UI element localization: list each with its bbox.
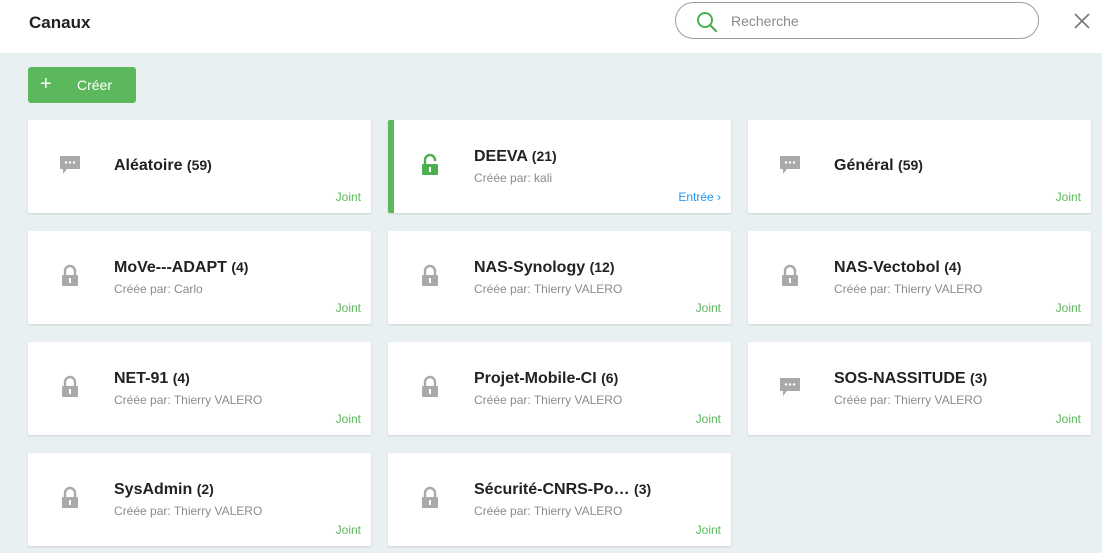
lock-icon bbox=[778, 264, 802, 288]
member-count: (3) bbox=[970, 370, 988, 386]
channel-card[interactable]: NET-91 (4) Créée par: Thierry VALERO Joint bbox=[28, 342, 371, 435]
channel-card[interactable]: SysAdmin (2) Créée par: Thierry VALERO Joi… bbox=[28, 453, 371, 546]
channel-name-text: DEEVA bbox=[474, 148, 528, 165]
channel-name: SysAdmin (2) bbox=[114, 481, 214, 499]
channel-card[interactable]: MoVe---ADAPT (4) Créée par: Carlo Joint bbox=[28, 231, 371, 324]
joined-status: Joint bbox=[1055, 190, 1081, 204]
member-count: (21) bbox=[531, 148, 557, 164]
channel-creator: Créée par: kali bbox=[474, 171, 553, 185]
channel-list-area: + Créer Aléatoire (59) Joint DEEVA (21) Cré… bbox=[0, 53, 1102, 553]
lock-icon bbox=[58, 486, 82, 510]
channel-creator: Créée par: Thierry VALERO bbox=[834, 393, 983, 407]
channel-creator: Créée par: Thierry VALERO bbox=[474, 504, 623, 518]
channel-name-text: Général bbox=[834, 157, 894, 174]
member-count: (12) bbox=[589, 259, 615, 275]
lock-icon bbox=[418, 153, 442, 177]
channel-name: MoVe---ADAPT (4) bbox=[114, 259, 248, 277]
channel-card[interactable]: Général (59) Joint bbox=[748, 120, 1091, 213]
joined-status: Joint bbox=[1055, 301, 1081, 315]
channel-card[interactable]: DEEVA (21) Créée par: kali Entrée › bbox=[388, 120, 731, 213]
member-count: (59) bbox=[186, 157, 212, 173]
channel-name: NET-91 (4) bbox=[114, 370, 190, 388]
channel-name: Aléatoire (59) bbox=[114, 157, 212, 175]
lock-icon bbox=[58, 264, 82, 288]
create-button-label: Créer bbox=[77, 77, 113, 93]
channel-name: Sécurité-CNRS-Po… (3) bbox=[474, 481, 651, 499]
joined-status: Joint bbox=[335, 301, 361, 315]
member-count: (2) bbox=[196, 481, 214, 497]
member-count: (4) bbox=[944, 259, 962, 275]
channel-card[interactable]: SOS-NASSITUDE (3) Créée par: Thierry VALE… bbox=[748, 342, 1091, 435]
channel-name-text: NET-91 bbox=[114, 370, 169, 387]
channel-card[interactable]: Projet-Mobile-CI (6) Créée par: Thierry V… bbox=[388, 342, 731, 435]
channel-name-text: NAS-Vectobol bbox=[834, 259, 940, 276]
header: Canaux bbox=[0, 0, 1102, 52]
channel-name: SOS-NASSITUDE (3) bbox=[834, 370, 987, 388]
channel-name: NAS-Vectobol (4) bbox=[834, 259, 961, 277]
joined-status: Joint bbox=[335, 190, 361, 204]
chat-icon bbox=[58, 153, 82, 177]
channel-name: DEEVA (21) bbox=[474, 148, 557, 166]
search-icon bbox=[697, 12, 718, 33]
lock-icon bbox=[418, 375, 442, 399]
channel-creator: Créée par: Thierry VALERO bbox=[474, 393, 623, 407]
member-count: (4) bbox=[172, 370, 190, 386]
joined-status: Joint bbox=[695, 523, 721, 537]
channel-name-text: SysAdmin bbox=[114, 481, 193, 498]
channel-name: Général (59) bbox=[834, 157, 923, 175]
page-title: Canaux bbox=[29, 13, 91, 32]
channel-name: NAS-Synology (12) bbox=[474, 259, 614, 277]
channel-card[interactable]: NAS-Vectobol (4) Créée par: Thierry VALER… bbox=[748, 231, 1091, 324]
enter-link[interactable]: Entrée › bbox=[678, 190, 721, 204]
search-box[interactable] bbox=[675, 2, 1039, 39]
channel-name-text: Sécurité-CNRS-Po… bbox=[474, 481, 630, 498]
joined-status: Joint bbox=[695, 301, 721, 315]
channel-creator: Créée par: Thierry VALERO bbox=[474, 282, 623, 296]
search-input[interactable] bbox=[731, 11, 1021, 31]
channel-card[interactable]: Sécurité-CNRS-Po… (3) Créée par: Thierry … bbox=[388, 453, 731, 546]
plus-icon: + bbox=[40, 73, 52, 95]
channel-creator: Créée par: Thierry VALERO bbox=[114, 504, 263, 518]
create-button[interactable]: + Créer bbox=[28, 67, 136, 103]
channel-creator: Créée par: Carlo bbox=[114, 282, 203, 296]
joined-status: Joint bbox=[1055, 412, 1081, 426]
channel-card[interactable]: NAS-Synology (12) Créée par: Thierry VALE… bbox=[388, 231, 731, 324]
joined-status: Joint bbox=[695, 412, 721, 426]
member-count: (6) bbox=[601, 370, 619, 386]
channel-name-text: MoVe---ADAPT bbox=[114, 259, 227, 276]
channel-name-text: NAS-Synology bbox=[474, 259, 586, 276]
channel-creator: Créée par: Thierry VALERO bbox=[114, 393, 263, 407]
close-icon[interactable] bbox=[1073, 12, 1091, 30]
member-count: (4) bbox=[231, 259, 249, 275]
joined-status: Joint bbox=[335, 523, 361, 537]
chat-icon bbox=[778, 375, 802, 399]
channel-name-text: Aléatoire bbox=[114, 157, 183, 174]
joined-status: Joint bbox=[335, 412, 361, 426]
lock-icon bbox=[58, 375, 82, 399]
channel-card[interactable]: Aléatoire (59) Joint bbox=[28, 120, 371, 213]
chat-icon bbox=[778, 153, 802, 177]
channel-name-text: SOS-NASSITUDE bbox=[834, 370, 966, 387]
member-count: (3) bbox=[634, 481, 652, 497]
channel-name: Projet-Mobile-CI (6) bbox=[474, 370, 618, 388]
member-count: (59) bbox=[898, 157, 923, 173]
channel-creator: Créée par: Thierry VALERO bbox=[834, 282, 983, 296]
channel-name-text: Projet-Mobile-CI bbox=[474, 370, 597, 387]
lock-icon bbox=[418, 264, 442, 288]
lock-icon bbox=[418, 486, 442, 510]
